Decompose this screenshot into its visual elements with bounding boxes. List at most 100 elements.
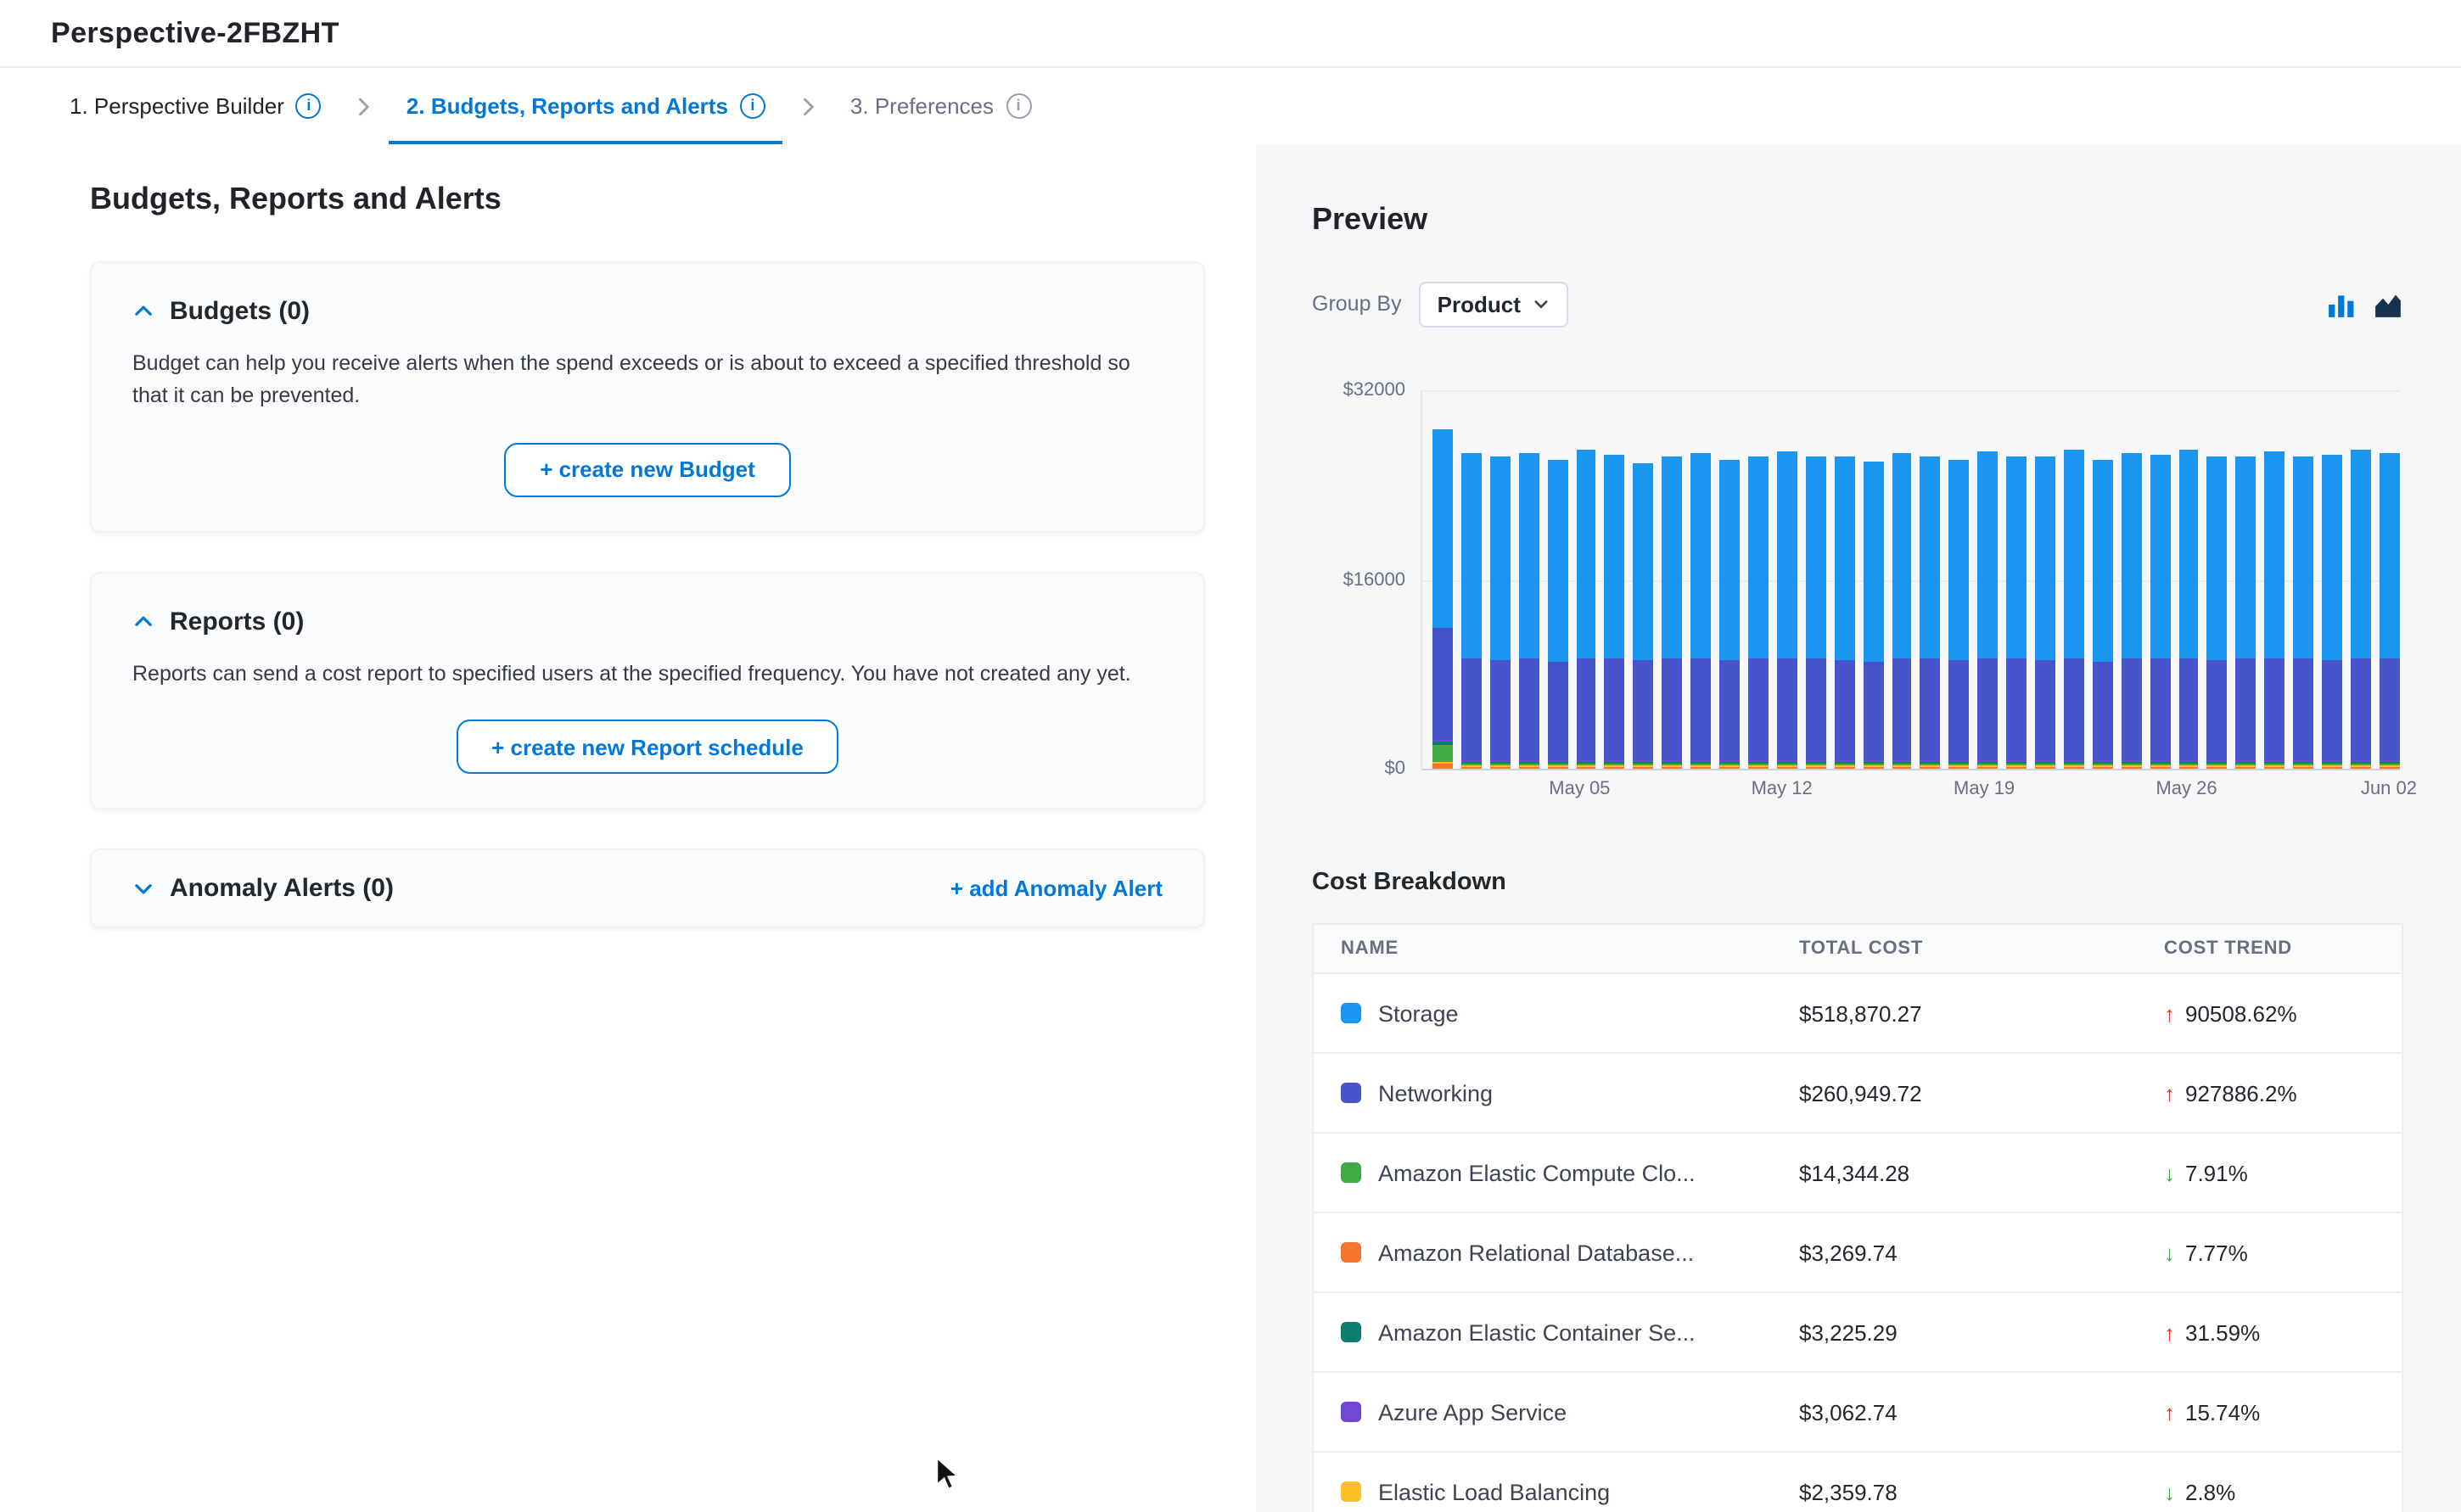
info-icon[interactable]: i <box>296 93 322 119</box>
stacked-bar[interactable] <box>2207 456 2228 769</box>
bar-segment <box>2293 767 2313 769</box>
stacked-bar[interactable] <box>1949 459 1970 769</box>
content: Budgets, Reports and Alerts Budgets (0) … <box>0 144 2461 1512</box>
info-icon[interactable]: i <box>1006 93 1031 119</box>
row-name: Storage <box>1378 1000 1459 1026</box>
bar-segment <box>1518 767 1539 769</box>
column-header-cost-trend: COST TREND <box>2164 938 2402 959</box>
stacked-bar[interactable] <box>1977 451 1998 769</box>
stacked-bar[interactable] <box>1662 457 1683 769</box>
stacked-bar[interactable] <box>2093 461 2113 769</box>
bar-segment <box>1547 461 1567 662</box>
y-axis-label: $32000 <box>1310 380 1405 400</box>
reports-card-title: Reports (0) <box>170 608 304 636</box>
table-row[interactable]: Azure App Service$3,062.74↑15.74% <box>1314 1373 2402 1453</box>
stacked-bar[interactable] <box>1892 452 1912 769</box>
stacked-bar[interactable] <box>1719 459 1740 769</box>
stacked-bar[interactable] <box>2178 450 2199 769</box>
bar-segment <box>1662 659 1683 760</box>
row-total-cost: $518,870.27 <box>1799 1000 2164 1026</box>
bar-segment <box>1432 429 1453 629</box>
stacked-bar[interactable] <box>1490 457 1511 769</box>
create-new-budget-button[interactable]: + create new Budget <box>504 443 791 497</box>
trend-value: 927886.2% <box>2185 1080 2297 1106</box>
bar-segment <box>1949 660 1970 760</box>
stacked-bar[interactable] <box>1690 452 1711 769</box>
row-cost-trend: ↑15.74% <box>2164 1399 2402 1425</box>
stacked-bar[interactable] <box>1777 451 1797 769</box>
stacked-bar[interactable] <box>1605 455 1625 769</box>
app-window: Perspective-2FBZHT 1. Perspective Builde… <box>0 0 2461 1512</box>
trend-value: 2.8% <box>2185 1479 2235 1504</box>
row-cost-trend: ↑90508.62% <box>2164 1000 2402 1026</box>
stacked-bar[interactable] <box>2293 456 2313 769</box>
stacked-bar[interactable] <box>1547 461 1567 769</box>
stacked-bar[interactable] <box>1461 452 1482 769</box>
stacked-bar[interactable] <box>2351 450 2371 769</box>
preview-controls: Group By Product <box>1312 278 2403 329</box>
window-header: Perspective-2FBZHT <box>0 0 2461 68</box>
stacked-bar[interactable] <box>1748 456 1769 769</box>
bar-chart-icon[interactable] <box>2327 289 2356 318</box>
bar-segment <box>2035 456 2055 660</box>
reports-card: Reports (0) Reports can send a cost repo… <box>90 572 1205 810</box>
reports-card-header[interactable]: Reports (0) <box>132 608 1163 636</box>
group-by-dropdown[interactable]: Product <box>1419 281 1568 327</box>
bar-segment <box>2322 767 2342 769</box>
budgets-card-header[interactable]: Budgets (0) <box>132 297 1163 326</box>
step-preferences[interactable]: 3. Preferences i <box>833 68 1048 144</box>
stacked-bar[interactable] <box>2236 457 2256 769</box>
table-row[interactable]: Amazon Elastic Container Se...$3,225.29↑… <box>1314 1293 2402 1373</box>
bar-segment <box>1977 767 1998 769</box>
bar-segment <box>1432 745 1453 762</box>
stacked-bar[interactable] <box>2122 453 2142 769</box>
stacked-bar[interactable] <box>1863 462 1883 769</box>
trend-up-icon: ↑ <box>2164 1319 2175 1345</box>
bar-segment <box>2322 455 2342 660</box>
bar-segment <box>2351 767 2371 769</box>
area-chart-icon[interactable] <box>2373 289 2403 318</box>
stacked-bar[interactable] <box>1834 456 1854 769</box>
table-row[interactable]: Storage $518,870.27↑90508.62% <box>1314 974 2402 1054</box>
budgets-card-title: Budgets (0) <box>170 297 310 326</box>
stacked-bar[interactable] <box>2380 452 2400 769</box>
bar-segment <box>1461 767 1482 769</box>
bar-segment <box>2150 658 2170 759</box>
anomaly-alerts-card-header[interactable]: Anomaly Alerts (0) <box>132 874 394 903</box>
stacked-bar[interactable] <box>2322 455 2342 769</box>
stacked-bar[interactable] <box>1806 457 1826 769</box>
stacked-bar[interactable] <box>2064 450 2084 769</box>
bar-segment <box>1892 658 1912 759</box>
table-row[interactable]: Networking$260,949.72↑927886.2% <box>1314 1054 2402 1134</box>
table-row[interactable]: Amazon Elastic Compute Clo...$14,344.28↓… <box>1314 1134 2402 1213</box>
stacked-bar[interactable] <box>1432 429 1453 769</box>
stacked-bar[interactable] <box>2006 457 2027 769</box>
bar-segment <box>1719 660 1740 760</box>
preview-title: Preview <box>1312 202 2403 238</box>
bar-segment <box>1806 457 1826 659</box>
info-icon[interactable]: i <box>740 93 765 119</box>
step-perspective-builder[interactable]: 1. Perspective Builder i <box>53 68 339 144</box>
table-row[interactable]: Elastic Load Balancing$2,359.78↓2.8% <box>1314 1453 2402 1512</box>
trend-value: 15.74% <box>2185 1399 2260 1425</box>
series-color-swatch <box>1341 1322 1361 1342</box>
create-new-report-schedule-button[interactable]: + create new Report schedule <box>456 720 839 774</box>
stacked-bar[interactable] <box>2150 455 2170 769</box>
perspective-title: Perspective-2FBZHT <box>51 16 339 50</box>
add-anomaly-alert-link[interactable]: + add Anomaly Alert <box>950 876 1163 901</box>
stacked-bar[interactable] <box>1634 463 1654 769</box>
bar-segment <box>1605 767 1625 769</box>
stacked-bar[interactable] <box>1518 452 1539 769</box>
trend-down-icon: ↓ <box>2164 1240 2175 1265</box>
stacked-bar[interactable] <box>1920 456 1941 769</box>
stacked-bar[interactable] <box>1576 450 1596 769</box>
row-cost-trend: ↓7.91% <box>2164 1160 2402 1185</box>
bar-segment <box>1863 661 1883 759</box>
table-row[interactable]: Amazon Relational Database...$3,269.74↓7… <box>1314 1213 2402 1293</box>
stacked-bar[interactable] <box>2265 451 2285 769</box>
step-budgets-reports-alerts[interactable]: 2. Budgets, Reports and Alerts i <box>390 68 782 144</box>
row-total-cost: $14,344.28 <box>1799 1160 2164 1185</box>
trend-down-icon: ↓ <box>2164 1160 2175 1185</box>
bar-segment <box>1432 629 1453 739</box>
stacked-bar[interactable] <box>2035 456 2055 769</box>
